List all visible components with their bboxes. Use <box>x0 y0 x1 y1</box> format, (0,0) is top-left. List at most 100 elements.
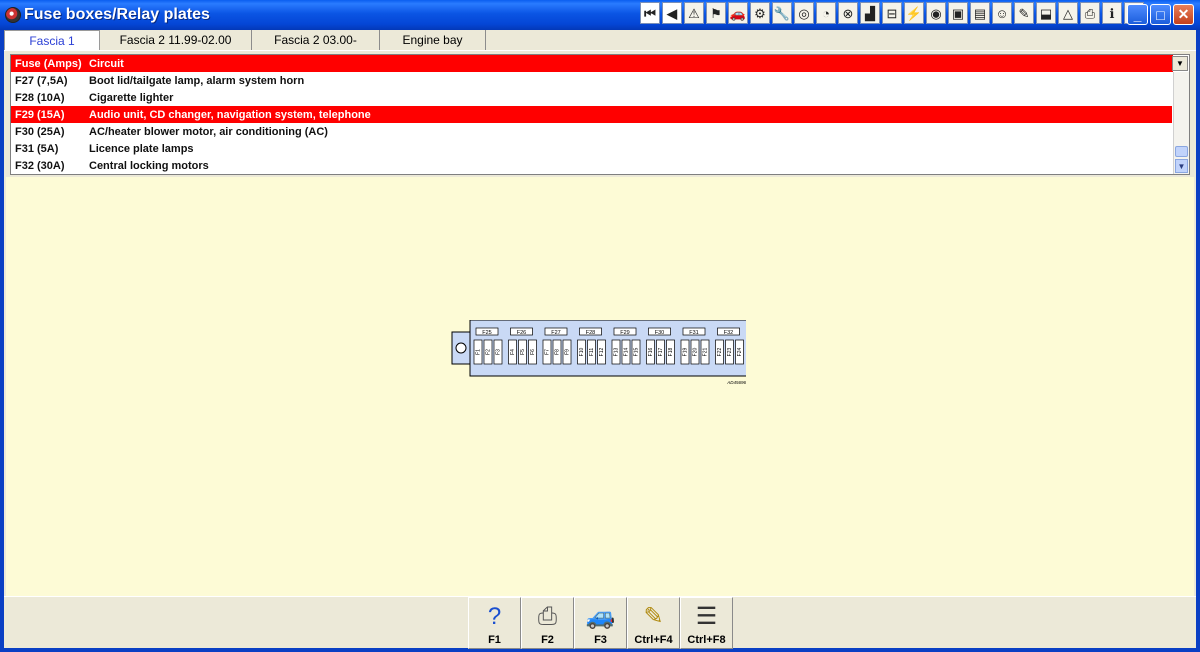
dropdown-arrow-icon[interactable]: ▼ <box>1172 56 1188 71</box>
engine-icon: ⚙ <box>754 5 766 21</box>
brake-icon: ⊗ <box>842 5 854 21</box>
diagram-code: AD45696 <box>726 380 746 385</box>
car-view-icon: 🚙 <box>585 603 616 630</box>
button-label: F1 <box>488 634 501 646</box>
monitor-button[interactable]: ▣ <box>948 2 968 24</box>
fuse-label: F27 <box>551 330 560 336</box>
fuse-label: F24 <box>737 347 743 356</box>
top-toolbar: ⏮◀⚠⚑🚗⚙🔧◎◔⊗▟⊟⚡◉▣▤☺✎⬓△⎙ℹ▥ <box>640 2 1144 26</box>
tab-fascia-2-03-00[interactable]: Fascia 2 03.00- <box>252 30 380 50</box>
tab-fascia-2-11-99-02-00[interactable]: Fascia 2 11.99-02.00 <box>100 30 252 50</box>
f1-button[interactable]: ? F1 <box>468 597 521 649</box>
fuse-label: F2 <box>486 349 492 355</box>
fuse-cell: F29 (15A) <box>15 108 65 121</box>
fuse-label: F15 <box>634 347 640 356</box>
list-item[interactable]: F29 (15A) Audio unit, CD changer, navigat… <box>11 106 1172 123</box>
electrical-button[interactable]: ⚡ <box>904 2 924 24</box>
ctrl-f4-button[interactable]: ✎ Ctrl+F4 <box>627 597 680 649</box>
app-icon[interactable] <box>5 7 21 23</box>
printer-icon: ⎙ <box>537 603 558 630</box>
fuse-list[interactable]: Fuse (Amps) Circuit ▼ F27 (7,5A) Boot lid… <box>10 54 1190 175</box>
document-button[interactable]: ▤ <box>970 2 990 24</box>
fuse-label: F29 <box>620 330 629 336</box>
paint-button[interactable]: ✎ <box>1014 2 1034 24</box>
fuse-label: F18 <box>668 347 674 356</box>
fuse-label: F4 <box>510 349 516 355</box>
tab-fascia-1[interactable]: Fascia 1 <box>4 30 100 50</box>
chassis-button[interactable]: ⊟ <box>882 2 902 24</box>
tools-button[interactable]: 🔧 <box>772 2 792 24</box>
paint-icon: ✎ <box>1018 5 1030 21</box>
flag-button[interactable]: ⚑ <box>706 2 726 24</box>
wheel-icon: ◎ <box>798 5 810 21</box>
fuse-cell: F31 (5A) <box>15 142 59 155</box>
warning-icon: ⚠ <box>688 5 700 21</box>
fuse-cell: F32 (30A) <box>15 159 65 172</box>
monitor-icon: ▣ <box>951 5 965 21</box>
column-header-circuit[interactable]: Circuit <box>84 58 124 70</box>
alert-triangle-button[interactable]: △ <box>1058 2 1078 24</box>
brake-button[interactable]: ⊗ <box>838 2 858 24</box>
fuse-label: F9 <box>565 349 571 355</box>
tools-icon: 🔧 <box>773 5 791 21</box>
button-label: Ctrl+F8 <box>687 634 726 646</box>
function-buttons: ? F1 ⎙ F2 🚙 F3 ✎ Ctrl+F4 ☰ Ctrl+F8 <box>468 597 733 649</box>
list-item[interactable]: F28 (10A) Cigarette lighter <box>11 89 1172 106</box>
wheel-button[interactable]: ◎ <box>794 2 814 24</box>
body-button[interactable]: ⬓ <box>1036 2 1056 24</box>
first-page-button[interactable]: ⏮ <box>640 2 660 24</box>
tab-bar: Fascia 1 Fascia 2 11.99-02.00 Fascia 2 0… <box>4 30 1196 51</box>
button-label: F3 <box>594 634 607 646</box>
fuse-label: F26 <box>517 330 526 336</box>
minimize-button[interactable]: _ <box>1127 4 1148 25</box>
seat-button[interactable]: ▟ <box>860 2 880 24</box>
tab-engine-bay[interactable]: Engine bay <box>380 30 486 50</box>
warning-button[interactable]: ⚠ <box>684 2 704 24</box>
list-item[interactable]: F32 (30A) Central locking motors <box>11 157 1172 174</box>
vertical-scrollbar[interactable]: ▼ <box>1173 72 1189 174</box>
maximize-button[interactable]: □ <box>1150 4 1171 25</box>
list-item[interactable]: F27 (7,5A) Boot lid/tailgate lamp, alarm … <box>11 72 1172 89</box>
chassis-icon: ⊟ <box>886 5 898 21</box>
body-icon: ⬓ <box>1039 5 1053 21</box>
alert-triangle-icon: △ <box>1063 5 1073 21</box>
list-header: Fuse (Amps) Circuit <box>11 55 1173 72</box>
list-item[interactable]: F31 (5A) Licence plate lamps <box>11 140 1172 157</box>
fuse-label: F7 <box>545 349 551 355</box>
fuse-label: F30 <box>655 330 664 336</box>
info-button[interactable]: ℹ <box>1102 2 1122 24</box>
f3-button[interactable]: 🚙 F3 <box>574 597 627 649</box>
circuit-cell: Audio unit, CD changer, navigation syste… <box>89 108 371 121</box>
column-header-fuse[interactable]: Fuse (Amps) <box>11 58 84 70</box>
title-bar[interactable]: Fuse boxes/Relay plates ⏮ ◀ ⚠ ⚑ 🚗 ⚙ 🔧 ◎ ◔ ⊗ ▟ ⊟ ⚡ ◉ ▣ ▤… <box>0 0 1200 30</box>
fuse-box-diagram: F25 F1 F2 F3 F26 F4 F5 F6 F27 F7 F8 F9 F28 F10 F11 F12 F… <box>451 320 746 385</box>
notepad-icon: ✎ <box>643 603 664 630</box>
seat-icon: ▟ <box>865 5 875 21</box>
gauge-button[interactable]: ◔ <box>816 2 836 24</box>
back-arrow-button[interactable]: ◀ <box>662 2 682 24</box>
button-label: Ctrl+F4 <box>634 634 673 646</box>
ctrl-f8-button[interactable]: ☰ Ctrl+F8 <box>680 597 733 649</box>
circuit-cell: Licence plate lamps <box>89 142 194 155</box>
car-button[interactable]: 🚗 <box>728 2 748 24</box>
fuse-label: F12 <box>599 347 605 356</box>
printer-button[interactable]: ⎙ <box>1080 2 1100 24</box>
list-item[interactable]: F30 (25A) AC/heater blower motor, air con… <box>11 123 1172 140</box>
fuse-label: F20 <box>693 347 699 356</box>
fuse-rows: F27 (7,5A) Boot lid/tailgate lamp, alarm … <box>11 72 1172 174</box>
circuit-cell: Central locking motors <box>89 159 209 172</box>
smiley-icon: ☺ <box>995 5 1009 21</box>
smiley-button[interactable]: ☺ <box>992 2 1012 24</box>
main-window: Fuse boxes/Relay plates ⏮ ◀ ⚠ ⚑ 🚗 ⚙ 🔧 ◎ ◔ ⊗ ▟ ⊟ ⚡ ◉ ▣ ▤… <box>0 0 1200 652</box>
diagram-canvas: F25 F1 F2 F3 F26 F4 F5 F6 F27 F7 F8 F9 F28 F10 F11 F12 F… <box>6 177 1194 596</box>
bottom-toolbar: ? F1 ⎙ F2 🚙 F3 ✎ Ctrl+F4 ☰ Ctrl+F8 <box>4 596 1196 649</box>
car-icon: 🚗 <box>729 5 747 21</box>
scrollbar-thumb[interactable] <box>1175 146 1188 157</box>
scroll-down-icon[interactable]: ▼ <box>1175 159 1188 173</box>
engine-button[interactable]: ⚙ <box>750 2 770 24</box>
fuse-label: F25 <box>482 330 491 336</box>
airbag-button[interactable]: ◉ <box>926 2 946 24</box>
button-label: F2 <box>541 634 554 646</box>
f2-button[interactable]: ⎙ F2 <box>521 597 574 649</box>
close-button[interactable]: ✕ <box>1173 4 1194 25</box>
